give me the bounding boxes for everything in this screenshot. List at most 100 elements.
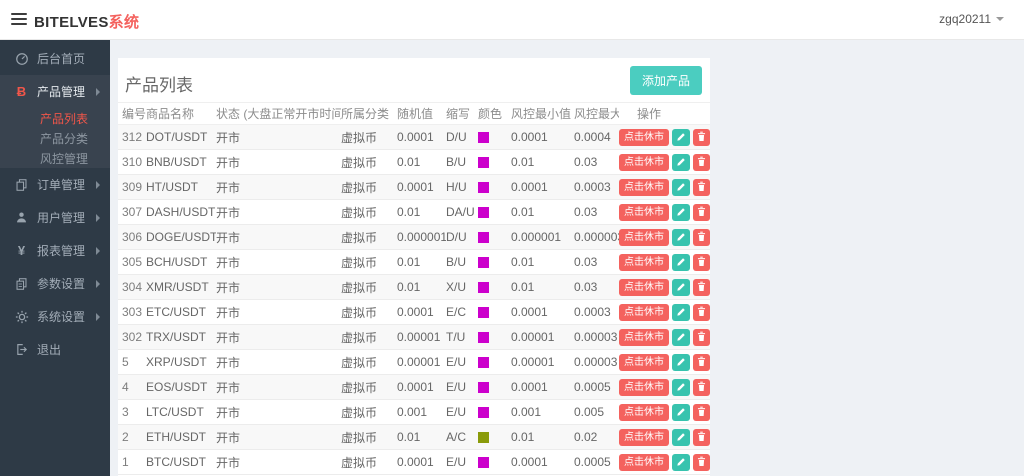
delete-button[interactable] [692, 428, 710, 446]
dashboard-icon [13, 52, 30, 66]
cell-abbreviation: E/U [446, 355, 467, 369]
close-market-button[interactable]: 点击休市 [619, 453, 669, 471]
cell-color [478, 325, 511, 350]
cell-id: 4 [122, 380, 129, 394]
delete-button[interactable] [692, 378, 710, 396]
sidebar-item-4[interactable]: ¥ 报表管理 [0, 234, 110, 267]
sidebar-subitem-1[interactable]: 产品分类 [0, 128, 110, 148]
edit-button[interactable] [672, 128, 690, 146]
edit-button[interactable] [672, 278, 690, 296]
cell-product-name: LTC/USDT [146, 405, 204, 419]
delete-button[interactable] [692, 403, 710, 421]
close-market-button[interactable]: 点击休市 [619, 278, 669, 296]
close-market-button[interactable]: 点击休市 [619, 203, 669, 221]
sidebar-item-5[interactable]: 参数设置 [0, 267, 110, 300]
color-swatch [478, 457, 489, 469]
edit-button[interactable] [672, 178, 690, 196]
edit-button[interactable] [672, 228, 690, 246]
user-dropdown[interactable]: zgq20211 [939, 12, 1004, 26]
sidebar-subitem-0[interactable]: 产品列表 [0, 108, 110, 128]
edit-button[interactable] [672, 303, 690, 321]
cell-random-value: 0.0001 [397, 455, 434, 469]
edit-button[interactable] [672, 428, 690, 446]
cell-abbreviation: E/U [446, 405, 467, 419]
column-header: 所属分类 [341, 102, 397, 125]
edit-button[interactable] [672, 328, 690, 346]
cell-actions: 点击休市 [619, 400, 710, 425]
table-row: 306 DOGE/USDT 开市 虚拟币 0.000001 D/U 0.000001 0.00… [118, 224, 710, 250]
delete-button[interactable] [692, 228, 710, 246]
delete-button[interactable] [692, 203, 710, 221]
cell-product-name: ETC/USDT [146, 305, 206, 319]
delete-button[interactable] [692, 328, 710, 346]
edit-button[interactable] [672, 253, 690, 271]
sidebar-item-1[interactable]: Ƀ 产品管理 [0, 75, 110, 108]
cell-risk-max: 0.0003 [574, 305, 611, 319]
cell-category: 虚拟币 [341, 280, 378, 295]
cell-status: 开市 [216, 330, 241, 345]
sidebar-item-0[interactable]: 后台首页 [0, 42, 110, 75]
edit-button[interactable] [672, 453, 690, 471]
cell-risk-max: 0.03 [574, 280, 598, 294]
delete-button[interactable] [692, 178, 710, 196]
cell-product-name: TRX/USDT [146, 330, 206, 344]
close-market-button[interactable]: 点击休市 [619, 353, 669, 371]
cell-actions: 点击休市 [619, 425, 710, 450]
sidebar-item-3[interactable]: 用户管理 [0, 201, 110, 234]
cell-risk-min: 0.01 [511, 205, 535, 219]
trash-icon [697, 455, 706, 470]
delete-button[interactable] [692, 153, 710, 171]
cell-random-value: 0.00001 [397, 330, 441, 344]
sidebar-item-6[interactable]: 系统设置 [0, 300, 110, 333]
sidebar-subitem-2[interactable]: 风控管理 [0, 148, 110, 168]
main-content: 产品列表 添加产品 编号商品名称状态 (大盘正常开市时间内)所属分类随机值缩写颜… [110, 40, 1024, 476]
cell-abbreviation: D/U [446, 230, 467, 244]
table-row: 1 BTC/USDT 开市 虚拟币 0.0001 E/U 0.0001 0.0005 点击休市 [118, 450, 710, 475]
add-product-button[interactable]: 添加产品 [629, 66, 702, 95]
close-market-button[interactable]: 点击休市 [619, 253, 669, 271]
hamburger-icon[interactable] [11, 13, 27, 26]
close-market-button[interactable]: 点击休市 [619, 153, 669, 171]
table-row: 4 EOS/USDT 开市 虚拟币 0.0001 E/U 0.0001 0.0005 点击休市 [118, 374, 710, 400]
close-market-button[interactable]: 点击休市 [619, 178, 669, 196]
table-row: 309 HT/USDT 开市 虚拟币 0.0001 H/U 0.0001 0.0003 点击休市 [118, 174, 710, 200]
cell-color [478, 150, 511, 175]
cell-risk-min: 0.00001 [511, 355, 555, 369]
edit-button[interactable] [672, 403, 690, 421]
edit-button[interactable] [672, 153, 690, 171]
sidebar-item-2[interactable]: 订单管理 [0, 168, 110, 201]
delete-button[interactable] [692, 303, 710, 321]
table-row: 3 LTC/USDT 开市 虚拟币 0.001 E/U 0.001 0.005 点击休市 [118, 400, 710, 425]
yen-icon: ¥ [17, 243, 26, 258]
top-header: BITELVES系统 zgq20211 [0, 0, 1024, 40]
close-market-button[interactable]: 点击休市 [619, 303, 669, 321]
cell-category: 虚拟币 [341, 230, 378, 245]
close-market-button[interactable]: 点击休市 [619, 228, 669, 246]
close-market-button[interactable]: 点击休市 [619, 403, 669, 421]
delete-button[interactable] [692, 278, 710, 296]
delete-button[interactable] [692, 453, 710, 471]
cell-risk-min: 0.01 [511, 255, 535, 269]
delete-button[interactable] [692, 353, 710, 371]
cell-product-name: DOGE/USDT [146, 230, 216, 244]
cell-category: 虚拟币 [341, 180, 378, 195]
edit-button[interactable] [672, 203, 690, 221]
edit-button[interactable] [672, 378, 690, 396]
cell-color [478, 125, 511, 150]
table-row: 307 DASH/USDT 开市 虚拟币 0.01 DA/U 0.01 0.03 点击休市 [118, 200, 710, 225]
app-window: BITELVES系统 zgq20211 后台首页 Ƀ 产品管理 产品列表 产品分类 风控管… [0, 0, 1024, 476]
close-market-button[interactable]: 点击休市 [619, 328, 669, 346]
trash-icon [697, 280, 706, 295]
close-market-button[interactable]: 点击休市 [619, 428, 669, 446]
logout-icon [13, 343, 30, 356]
trash-icon [697, 180, 706, 195]
sidebar-item-7[interactable]: 退出 [0, 333, 110, 366]
delete-button[interactable] [692, 253, 710, 271]
edit-button[interactable] [672, 353, 690, 371]
delete-button[interactable] [692, 128, 710, 146]
sidebar-item-label: 用户管理 [37, 211, 86, 225]
close-market-button[interactable]: 点击休市 [619, 128, 669, 146]
close-market-button[interactable]: 点击休市 [619, 378, 669, 396]
logo-accent-text: 系统 [108, 14, 140, 31]
cell-id: 305 [122, 255, 143, 269]
